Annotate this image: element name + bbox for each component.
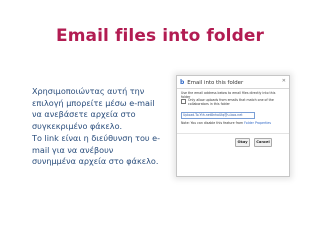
upload-address-value: Upload.To.Yth.net8nhoUIq@u.box.net xyxy=(183,113,243,117)
cancel-button[interactable]: Cancel xyxy=(254,138,272,147)
dialog-note: Note: You can disable this feature from … xyxy=(181,121,285,125)
description-line: συγκεκριμένο φάκελο. xyxy=(32,121,123,132)
description-line: επιλογή μπορείτε μέσω e-mail xyxy=(32,97,155,108)
okay-button[interactable]: Okay xyxy=(235,138,250,147)
dialog-title: Email into this folder xyxy=(187,79,244,86)
dialog-header: b Email into this folder xyxy=(180,79,243,87)
footer-divider xyxy=(177,133,289,134)
description-line: Το link είναι η διεύθυνση του e- xyxy=(32,132,161,143)
description-line: Χρησιμοποιώντας αυτή την xyxy=(32,86,145,96)
header-divider xyxy=(177,88,289,89)
description-line: να ανεβάσετε αρχεία στο xyxy=(32,109,136,120)
email-into-folder-dialog: b Email into this folder ✕ Use the email… xyxy=(176,75,290,177)
box-logo: b xyxy=(180,78,185,86)
upload-address-field[interactable]: Upload.To.Yth.net8nhoUIq@u.box.net xyxy=(181,112,255,119)
slide-description: Χρησιμοποιώντας αυτή την επιλογή μπορείτ… xyxy=(32,86,162,168)
dialog-buttons: Okay Cancel xyxy=(235,138,276,147)
close-icon[interactable]: ✕ xyxy=(282,78,286,83)
collaborator-restriction-option[interactable]: Only allow uploads from emails that matc… xyxy=(181,98,285,106)
collaborator-restriction-checkbox[interactable] xyxy=(181,98,186,104)
checkbox-label: Only allow uploads from emails that matc… xyxy=(188,98,274,107)
folder-properties-link[interactable]: Folder Properties xyxy=(244,121,271,125)
slide-title: Email files into folder xyxy=(56,26,264,46)
note-text: Note: You can disable this feature from xyxy=(181,121,245,125)
description-line: συνημμένα αρχεία στο φάκελο. xyxy=(32,156,159,167)
description-line: mail για να ανέβουν xyxy=(32,144,114,155)
